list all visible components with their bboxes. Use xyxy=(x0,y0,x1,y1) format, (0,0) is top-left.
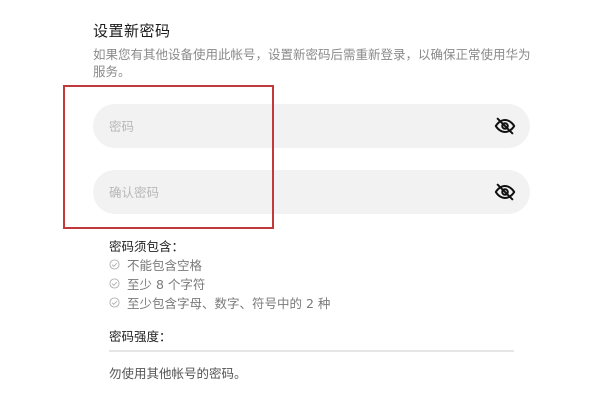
requirement-item: 至少 8 个字符 xyxy=(109,274,205,293)
check-circle-icon xyxy=(109,278,120,289)
requirement-text: 至少包含字母、数字、符号中的 2 种 xyxy=(127,296,331,311)
eye-slash-icon[interactable] xyxy=(494,115,516,137)
page-title: 设置新密码 xyxy=(93,22,171,40)
page-description: 如果您有其他设备使用此帐号，设置新密码后需重新登录，以确保正常使用华为服务。 xyxy=(93,47,531,79)
annotation-highlight-box xyxy=(63,85,274,229)
password-hint: 勿使用其他帐号的密码。 xyxy=(109,366,247,381)
strength-label: 密码强度： xyxy=(109,329,172,344)
requirement-text: 不能包含空格 xyxy=(127,258,203,273)
requirement-text: 至少 8 个字符 xyxy=(127,277,206,292)
requirement-item: 至少包含字母、数字、符号中的 2 种 xyxy=(109,293,330,312)
requirement-item: 不能包含空格 xyxy=(109,255,202,274)
eye-slash-icon[interactable] xyxy=(494,181,516,203)
requirements-title: 密码须包含： xyxy=(109,239,185,254)
check-circle-icon xyxy=(109,297,120,308)
check-circle-icon xyxy=(109,259,120,270)
strength-meter xyxy=(109,350,514,352)
